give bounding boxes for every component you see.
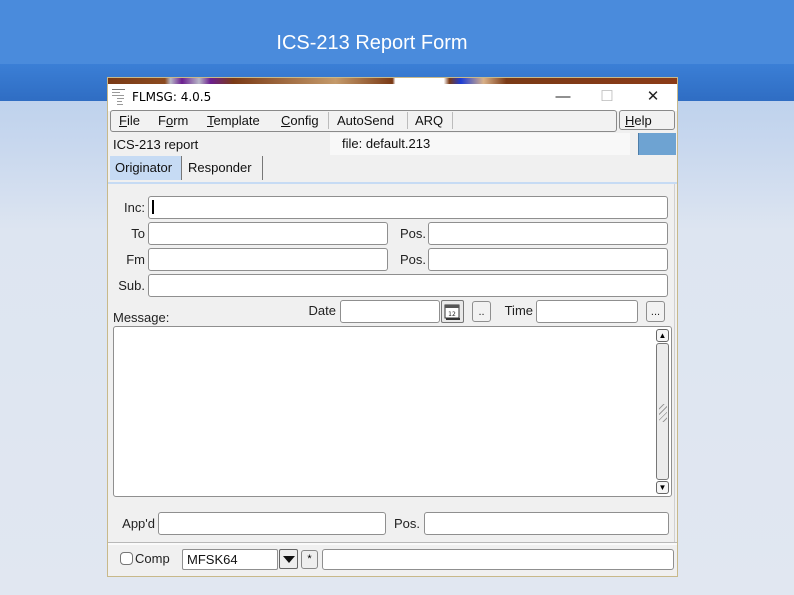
- mode-dropdown-arrow-icon[interactable]: [279, 549, 298, 569]
- date-now-button[interactable]: ..: [472, 301, 491, 322]
- appd-label: App'd: [122, 516, 155, 531]
- window-title: FLMSG: 4.0.5: [132, 90, 212, 104]
- calendar-day-text: 12: [448, 311, 456, 318]
- menu-help-accel: H: [625, 113, 635, 128]
- menu-form-pre: F: [158, 113, 166, 128]
- menu-template-rest: emplate: [213, 113, 260, 128]
- to-pos-input[interactable]: [428, 222, 668, 245]
- time-now-button[interactable]: ...: [646, 301, 665, 322]
- calendar-icon: 12: [444, 304, 460, 320]
- message-label: Message:: [113, 310, 170, 325]
- inc-label: Inc:: [124, 200, 145, 215]
- menu-separator: [452, 112, 453, 129]
- sub-input[interactable]: [148, 274, 668, 297]
- minimize-button[interactable]: —: [548, 86, 578, 108]
- transfer-status-field: [322, 549, 674, 570]
- fm-pos-input[interactable]: [428, 248, 668, 271]
- menu-help[interactable]: Help: [619, 110, 675, 130]
- menu-file-rest: ile: [126, 113, 140, 128]
- calendar-button[interactable]: 12: [441, 300, 464, 323]
- menu-file[interactable]: File: [117, 113, 142, 128]
- to-label: To: [131, 226, 145, 241]
- appd-pos-input[interactable]: [424, 512, 669, 535]
- menu-template[interactable]: Template: [205, 113, 262, 128]
- star-button[interactable]: *: [301, 550, 318, 569]
- message-scrollbar[interactable]: ▲ ▼: [656, 329, 669, 494]
- slide-title: ICS-213 Report Form: [276, 32, 468, 54]
- menu-help-rest: elp: [634, 113, 652, 128]
- text-cursor: [152, 200, 154, 214]
- fm-input[interactable]: [148, 248, 388, 271]
- to-pos-label: Pos.: [399, 226, 426, 241]
- menu-config-rest: onfig: [290, 113, 319, 128]
- time-input[interactable]: [536, 300, 638, 323]
- menu-form-rest: rm: [173, 113, 189, 128]
- mode-select[interactable]: MFSK64: [182, 549, 278, 570]
- comp-checkbox[interactable]: [120, 552, 133, 565]
- menu-file-accel: F: [119, 113, 127, 128]
- tab-originator[interactable]: Originator: [110, 156, 182, 180]
- to-input[interactable]: [148, 222, 388, 245]
- maximize-button[interactable]: ☐: [592, 86, 622, 108]
- tab-bar: Originator Responder: [108, 156, 677, 182]
- inc-input[interactable]: [148, 196, 668, 219]
- date-input[interactable]: [340, 300, 440, 323]
- originator-panel: Inc: To Pos. Fm Pos. Sub. Message: Date …: [108, 184, 675, 542]
- sub-label: Sub.: [118, 278, 145, 293]
- menu-form[interactable]: Form: [156, 113, 190, 128]
- scrollbar-thumb[interactable]: [656, 343, 669, 480]
- menu-autosend[interactable]: AutoSend: [335, 113, 396, 128]
- fm-pos-label: Pos.: [399, 252, 426, 267]
- info-bar: ICS-213 report file: default.213: [108, 133, 677, 155]
- flmsg-window: FLMSG: 4.0.5 — ☐ ✕ File Form Template Co…: [108, 78, 677, 576]
- file-name: file: default.213: [330, 133, 630, 155]
- appd-pos-label: Pos.: [393, 516, 420, 531]
- fm-label: Fm: [126, 252, 145, 267]
- close-button[interactable]: ✕: [638, 86, 668, 108]
- title-bar[interactable]: FLMSG: 4.0.5 — ☐ ✕: [108, 84, 677, 111]
- tab-responder[interactable]: Responder: [183, 156, 263, 180]
- menu-config[interactable]: Config: [279, 113, 321, 128]
- time-label: Time: [504, 303, 533, 318]
- form-name: ICS-213 report: [113, 137, 199, 152]
- menu-separator: [328, 112, 329, 129]
- grip-icon: [659, 404, 667, 422]
- date-label: Date: [308, 303, 336, 318]
- status-indicator: [638, 133, 676, 155]
- comp-label: Comp: [135, 551, 170, 566]
- bottom-bar: Comp MFSK64 *: [108, 545, 677, 576]
- appd-input[interactable]: [158, 512, 386, 535]
- menu-config-accel: C: [281, 113, 291, 128]
- message-textarea[interactable]: ▲ ▼: [113, 326, 672, 497]
- menu-bar: File Form Template Config AutoSend ARQ: [110, 110, 617, 132]
- app-icon: [111, 87, 127, 107]
- scroll-up-button[interactable]: ▲: [656, 329, 669, 342]
- menu-arq[interactable]: ARQ: [413, 113, 445, 128]
- scroll-down-button[interactable]: ▼: [656, 481, 669, 494]
- menu-separator: [407, 112, 408, 129]
